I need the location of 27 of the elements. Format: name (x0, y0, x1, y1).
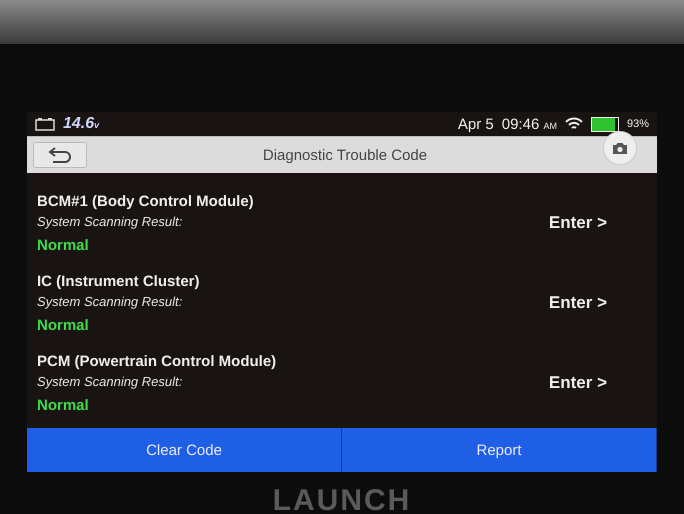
clear-code-button[interactable]: Clear Code (27, 428, 342, 472)
scan-result: Normal (37, 316, 90, 334)
enter-link[interactable]: Enter > (548, 373, 607, 393)
back-button[interactable] (33, 142, 87, 168)
status-date: Apr 5 (458, 116, 494, 132)
battery-car-icon (35, 117, 55, 131)
result-label: System Scanning Result: (37, 374, 184, 388)
screen-title: Diagnostic Trouble Code (262, 146, 428, 164)
module-name: BCM#1 (Body Control Module) (37, 192, 255, 210)
wifi-icon (564, 117, 583, 131)
module-name: IC (Instrument Cluster) (37, 272, 201, 290)
camera-icon (612, 142, 628, 154)
report-button[interactable]: Report (342, 428, 657, 472)
scan-result: Normal (37, 396, 90, 414)
module-name: PCM (Powertrain Control Module) (37, 352, 278, 370)
device-brand: LAUNCH (272, 484, 412, 514)
battery-icon (590, 116, 619, 132)
screenshot-button[interactable] (603, 131, 637, 165)
enter-link[interactable]: Enter > (548, 213, 607, 233)
result-label: System Scanning Result: (37, 294, 184, 308)
back-arrow-icon (47, 146, 73, 164)
status-time: 09:46 AM (502, 116, 557, 132)
result-label: System Scanning Result: (37, 214, 184, 228)
enter-link[interactable]: Enter > (548, 293, 607, 313)
voltage-reading: 14.6v (63, 115, 100, 133)
battery-percent: 93% (626, 118, 649, 130)
scan-result: Normal (37, 236, 90, 254)
